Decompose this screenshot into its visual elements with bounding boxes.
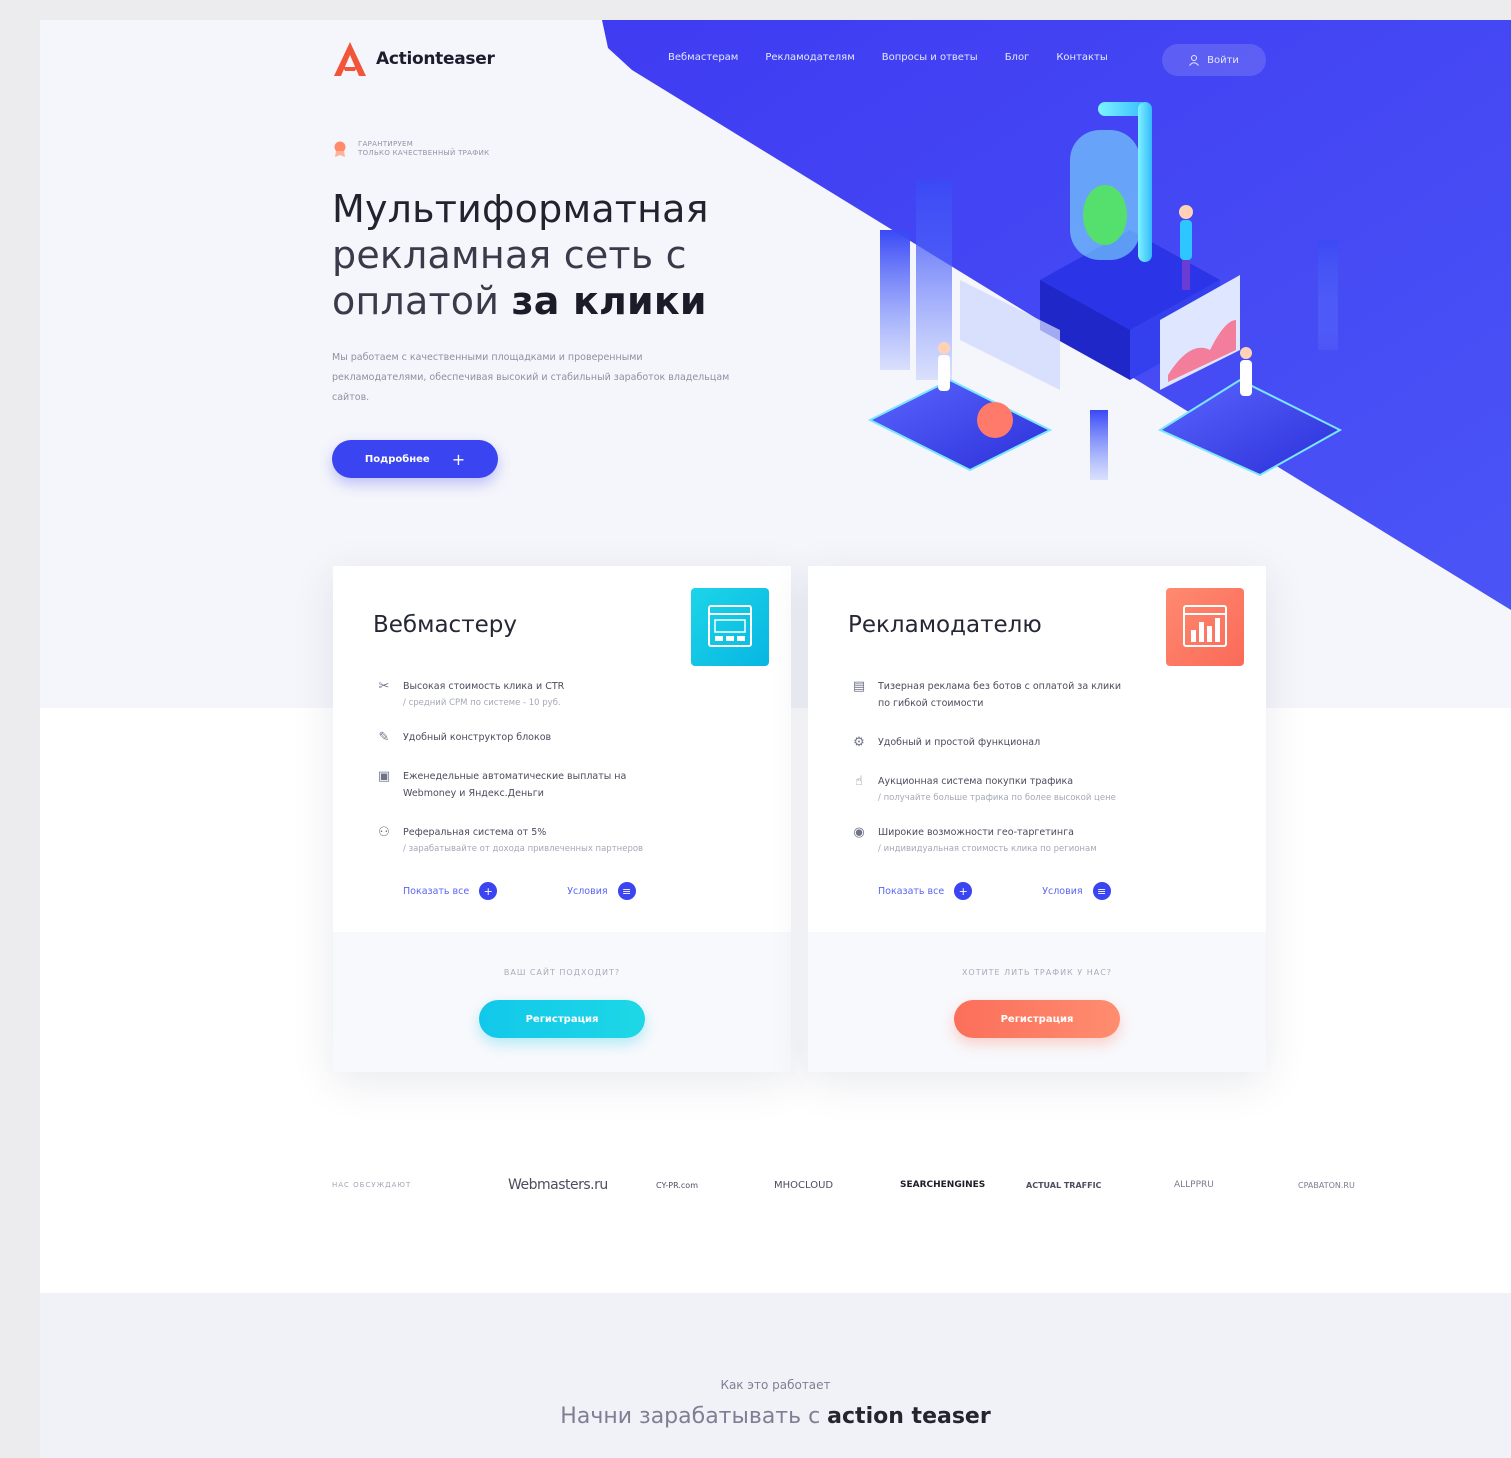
partner-logo-mhocloud[interactable]: MHOCLOUD	[774, 1170, 833, 1200]
login-label: Войти	[1207, 54, 1239, 66]
how-it-works-title: Начни зарабатывать с action teaser	[40, 1404, 1511, 1429]
feature-subtext: / получайте больше трафика по более высо…	[878, 793, 1116, 803]
nav-item-advertisers[interactable]: Рекламодателям	[765, 52, 854, 63]
advertiser-card: Рекламодателю ▤ Тизерная реклама без бот…	[808, 566, 1266, 1072]
feature-text: Удобный конструктор блоков	[403, 732, 552, 743]
footer-question: ВАШ САЙТ ПОДХОДИТ?	[503, 968, 621, 977]
monitor-icon: ▤	[852, 679, 866, 694]
partner-logo-webmasters[interactable]: Webmasters.ru	[508, 1170, 608, 1200]
nav-item-blog[interactable]: Блог	[1005, 52, 1030, 63]
hero-title: Мультиформатная рекламная сеть с оплатой…	[332, 186, 709, 324]
network-icon: ⚇	[378, 825, 390, 840]
how-title-normal: Начни зарабатывать с	[560, 1404, 828, 1429]
register-button-webmaster[interactable]: Регистрация	[479, 1000, 645, 1038]
partners-label: НАС ОБСУЖДАЮТ	[332, 1181, 412, 1189]
feature-item: ▣ Еженедельные автоматические выплаты на…	[375, 768, 675, 802]
partner-logo-cpabaton[interactable]: CPABATON.RU	[1298, 1170, 1355, 1200]
badge-line-2: ТОЛЬКО КАЧЕСТВЕННЫЙ ТРАФИК	[358, 149, 490, 157]
main-nav: Вебмастерам Рекламодателям Вопросы и отв…	[668, 52, 1135, 63]
pencil-icon: ✎	[378, 730, 390, 745]
partner-logo-searchengines[interactable]: SEARCHENGINES	[900, 1170, 985, 1200]
award-icon	[334, 141, 346, 157]
plus-circle-icon: +	[479, 882, 498, 900]
hand-icon: ☝	[855, 774, 863, 789]
show-all-label: Показать все	[403, 885, 470, 897]
feature-text: Высокая стоимость клика и CTR	[403, 681, 565, 692]
hero-title-line-3: оплатой	[332, 279, 512, 323]
nav-item-faq[interactable]: Вопросы и ответы	[882, 52, 978, 63]
feature-item: ⚙ Удобный и простой функционал	[850, 734, 1040, 752]
hero-title-bold: за клики	[511, 279, 707, 323]
more-label: Подробнее	[364, 453, 430, 465]
logo[interactable]: Actionteaser	[332, 40, 495, 78]
card-links: Показать все + Условия ≡	[403, 882, 636, 900]
hero-illustration	[602, 20, 1511, 610]
browser-window-icon	[691, 588, 769, 666]
brand-name: Actionteaser	[376, 49, 495, 69]
document-circle-icon: ≡	[617, 882, 636, 900]
terms-label: Условия	[567, 885, 608, 897]
card-title: Рекламодателю	[848, 612, 1042, 638]
gear-icon: ⚙	[853, 735, 865, 750]
feature-subtext: / средний CPM по системе - 10 руб.	[403, 698, 561, 708]
partner-logo-allppru[interactable]: ALLPPRU	[1174, 1170, 1214, 1200]
nav-item-webmasters[interactable]: Вебмастерам	[668, 52, 738, 63]
how-title-bold: action teaser	[827, 1404, 991, 1429]
webmaster-card: Вебмастеру ✂ Высокая стоимость клика и C…	[333, 566, 791, 1072]
badge-line-1: ГАРАНТИРУЕМ	[358, 140, 414, 148]
footer-question: ХОТИТЕ ЛИТЬ ТРАФИК У НАС?	[961, 968, 1113, 977]
register-button-advertiser[interactable]: Регистрация	[954, 1000, 1120, 1038]
show-all-label: Показать все	[878, 885, 945, 897]
terms-label: Условия	[1042, 885, 1083, 897]
terms-link[interactable]: Условия ≡	[1042, 882, 1111, 900]
show-all-link[interactable]: Показать все +	[878, 882, 973, 900]
user-icon	[1189, 54, 1199, 66]
partner-logo-cypr[interactable]: CY-PR.com	[656, 1170, 698, 1200]
document-circle-icon: ≡	[1092, 882, 1111, 900]
globe-icon: ◉	[853, 825, 865, 840]
feature-text: Аукционная система покупки трафика	[878, 776, 1074, 787]
how-it-works-label: Как это работает	[720, 1378, 831, 1392]
plus-icon: +	[451, 449, 466, 469]
plus-circle-icon: +	[954, 882, 973, 900]
feature-item: ☝ Аукционная система покупки трафика / п…	[850, 773, 1116, 807]
feature-text: Еженедельные автоматические выплаты на W…	[403, 771, 627, 799]
feature-text: Тизерная реклама без ботов с оплатой за …	[878, 681, 1122, 709]
feature-item: ◉ Широкие возможности гео-таргетинга / и…	[850, 824, 1097, 858]
show-all-link[interactable]: Показать все +	[403, 882, 498, 900]
more-button[interactable]: Подробнее +	[332, 440, 498, 478]
logo-a-icon	[334, 42, 366, 76]
feature-text: Реферальная система от 5%	[403, 827, 547, 838]
partner-logo-actualtraffic[interactable]: ACTUAL TRAFFIC	[1026, 1170, 1101, 1200]
feature-text: Удобный и простой функционал	[878, 737, 1041, 748]
card-links: Показать все + Условия ≡	[878, 882, 1111, 900]
nav-item-contacts[interactable]: Контакты	[1056, 52, 1107, 63]
wallet-icon: ▣	[377, 769, 391, 784]
card-title: Вебмастеру	[373, 612, 517, 638]
feature-item: ✎ Удобный конструктор блоков	[375, 729, 552, 747]
hero-description: Мы работаем с качественными площадками и…	[332, 352, 730, 403]
bar-chart-icon	[1166, 588, 1244, 666]
feature-item: ⚇ Реферальная система от 5% / зарабатыва…	[375, 824, 643, 858]
feature-subtext: / зарабатывайте от дохода привлеченных п…	[403, 844, 644, 854]
card-footer: ХОТИТЕ ЛИТЬ ТРАФИК У НАС? Регистрация	[808, 932, 1266, 1072]
login-button[interactable]: Войти	[1162, 44, 1266, 76]
card-footer: ВАШ САЙТ ПОДХОДИТ? Регистрация	[333, 932, 791, 1072]
terms-link[interactable]: Условия ≡	[567, 882, 636, 900]
feature-text: Широкие возможности гео-таргетинга	[878, 827, 1074, 838]
cursor-icon: ✂	[378, 679, 390, 694]
feature-item: ✂ Высокая стоимость клика и CTR / средни…	[375, 678, 565, 712]
page: Actionteaser Вебмастерам Рекламодателям …	[40, 20, 1511, 1458]
grey-band	[40, 1293, 1511, 1458]
feature-item: ▤ Тизерная реклама без ботов с оплатой з…	[850, 678, 1150, 712]
quality-badge: ГАРАНТИРУЕМ ТОЛЬКО КАЧЕСТВЕННЫЙ ТРАФИК	[332, 140, 489, 158]
hero-title-line-2: рекламная сеть с	[332, 233, 687, 277]
feature-subtext: / индивидуальная стоимость клика по реги…	[878, 844, 1097, 854]
hero-title-line-1: Мультиформатная	[332, 187, 709, 231]
